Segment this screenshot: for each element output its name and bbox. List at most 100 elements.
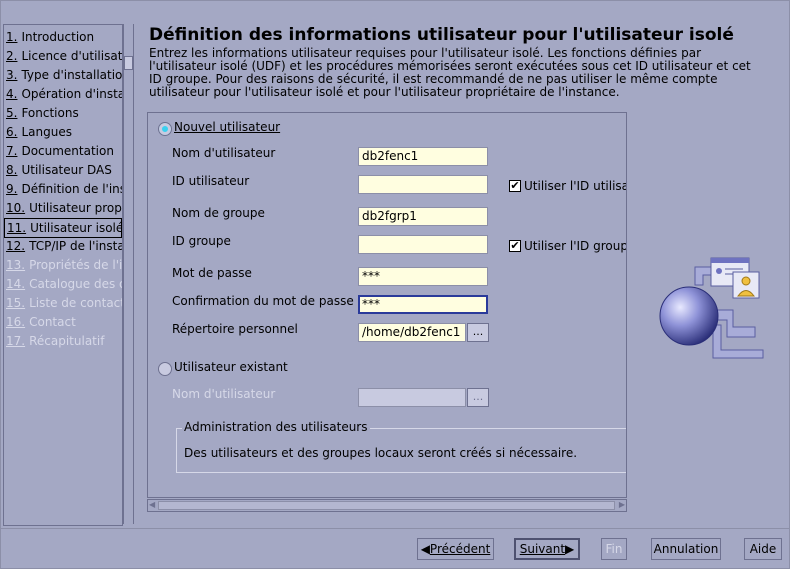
- sidebar-scrollbar-thumb[interactable]: [124, 56, 133, 70]
- sidebar-step-label: Langues: [21, 125, 72, 139]
- use-default-uid-checkbox[interactable]: ✔: [509, 180, 521, 192]
- user-admin-group-text: Des utilisateurs et des groupes locaux s…: [184, 446, 578, 460]
- sidebar-step-1[interactable]: 1. Introduction: [6, 28, 94, 46]
- existing-username-input[interactable]: [358, 388, 466, 407]
- sidebar-step-number: 6.: [6, 125, 18, 139]
- user-form-panel: Nouvel utilisateur Nom d'utilisateur db2…: [147, 112, 627, 498]
- sidebar-step-number: 11.: [7, 221, 27, 235]
- sidebar-step-number: 5.: [6, 106, 18, 120]
- use-default-gid-checkbox[interactable]: ✔: [509, 240, 521, 252]
- sidebar-step-label: Propriétés de l'i: [29, 258, 123, 272]
- sidebar-step-label: Définition de l'ins: [21, 182, 123, 196]
- page-title: Définition des informations utilisateur …: [149, 25, 734, 45]
- arrow-right-icon: ▶: [565, 542, 575, 556]
- sidebar-step-number: 12.: [6, 239, 26, 253]
- sidebar-step-label: TCP/IP de l'insta: [29, 239, 123, 253]
- existing-user-radio[interactable]: [158, 362, 172, 376]
- sidebar-step-number: 8.: [6, 163, 18, 177]
- help-button[interactable]: Aide: [744, 538, 782, 560]
- sidebar-step-number: 17.: [6, 334, 26, 348]
- sidebar-step-7[interactable]: 7. Documentation: [6, 142, 114, 160]
- scroll-left-icon[interactable]: ◀: [149, 500, 155, 509]
- group-id-label: ID groupe: [172, 234, 231, 248]
- userid-label: ID utilisateur: [172, 174, 250, 188]
- sidebar-step-2[interactable]: 2. Licence d'utilisati: [6, 47, 123, 65]
- sidebar-step-label: Contact: [29, 315, 76, 329]
- sidebar-scrollbar[interactable]: [123, 24, 134, 524]
- sidebar-step-label: Documentation: [21, 144, 114, 158]
- home-browse-button[interactable]: ...: [467, 323, 489, 342]
- use-default-uid-label[interactable]: Utiliser l'ID utilisat: [524, 179, 626, 193]
- sidebar-step-label: Utilisateur prop: [29, 201, 122, 215]
- new-user-radio[interactable]: [158, 122, 172, 136]
- sidebar-step-number: 15.: [6, 296, 26, 310]
- next-button[interactable]: Suivant▶: [514, 538, 580, 560]
- sidebar-step-4[interactable]: 4. Opération d'insta: [6, 85, 123, 103]
- finish-button[interactable]: Fin: [601, 538, 627, 560]
- confirm-password-input[interactable]: ***: [358, 295, 488, 314]
- sidebar-step-number: 2.: [6, 49, 18, 63]
- sidebar-step-number: 14.: [6, 277, 26, 291]
- password-label: Mot de passe: [172, 266, 252, 280]
- form-horizontal-scrollbar[interactable]: ◀ ▶: [147, 499, 627, 512]
- new-user-label[interactable]: Nouvel utilisateur: [174, 120, 280, 134]
- sidebar-step-label: Utilisateur DAS: [21, 163, 112, 177]
- existing-browse-button[interactable]: ...: [467, 388, 489, 407]
- sidebar-step-5[interactable]: 5. Fonctions: [6, 104, 79, 122]
- existing-user-label[interactable]: Utilisateur existant: [174, 360, 288, 374]
- cancel-button[interactable]: Annulation: [651, 538, 721, 560]
- sidebar-step-label: Licence d'utilisati: [21, 49, 123, 63]
- sidebar-step-label: Récapitulatif: [29, 334, 105, 348]
- scroll-right-icon[interactable]: ▶: [619, 500, 625, 509]
- sidebar-step-3[interactable]: 3. Type d'installatio: [6, 66, 122, 84]
- sidebar-step-number: 9.: [6, 182, 18, 196]
- previous-button-label: Précédent: [429, 542, 491, 556]
- home-directory-input[interactable]: /home/db2fenc1: [358, 323, 466, 342]
- home-directory-label: Répertoire personnel: [172, 322, 298, 336]
- userid-input[interactable]: [358, 175, 488, 194]
- sidebar-step-label: Catalogue des o: [29, 277, 123, 291]
- sidebar-step-12[interactable]: 12. TCP/IP de l'insta: [6, 237, 123, 255]
- user-globe-illustration-icon: [659, 257, 764, 359]
- form-scrollbar-thumb[interactable]: [158, 501, 615, 510]
- arrow-left-icon: ◀: [420, 542, 430, 556]
- username-label: Nom d'utilisateur: [172, 146, 276, 160]
- sidebar-step-13: 13. Propriétés de l'i: [6, 256, 122, 274]
- sidebar-step-8[interactable]: 8. Utilisateur DAS: [6, 161, 112, 179]
- sidebar-step-number: 1.: [6, 30, 18, 44]
- sidebar-step-11[interactable]: 11. Utilisateur isolé: [4, 218, 122, 238]
- sidebar-step-number: 10.: [6, 201, 26, 215]
- use-default-gid-label[interactable]: Utiliser l'ID groupe: [524, 239, 626, 253]
- sidebar-step-14: 14. Catalogue des o: [6, 275, 123, 293]
- footer-separator: [0, 528, 790, 529]
- steps-sidebar: 1. Introduction 2. Licence d'utilisati 3. Typ…: [3, 24, 123, 526]
- sidebar-step-number: 7.: [6, 144, 18, 158]
- sidebar-step-6[interactable]: 6. Langues: [6, 123, 72, 141]
- sidebar-step-9[interactable]: 9. Définition de l'ins: [6, 180, 123, 198]
- username-input[interactable]: db2fenc1: [358, 147, 488, 166]
- existing-username-label: Nom d'utilisateur: [172, 387, 276, 401]
- group-name-label: Nom de groupe: [172, 206, 265, 220]
- user-admin-group-title: Administration des utilisateurs: [182, 420, 370, 434]
- sidebar-step-label: Opération d'insta: [21, 87, 123, 101]
- sidebar-step-number: 13.: [6, 258, 26, 272]
- previous-button[interactable]: ◀Précédent: [417, 538, 494, 560]
- sidebar-step-label: Type d'installatio: [21, 68, 123, 82]
- sidebar-step-10[interactable]: 10. Utilisateur prop: [6, 199, 122, 217]
- next-button-label: Suivant: [519, 542, 566, 556]
- sidebar-step-number: 16.: [6, 315, 26, 329]
- sidebar-step-16: 16. Contact: [6, 313, 76, 331]
- confirm-password-label: Confirmation du mot de passe: [172, 294, 354, 308]
- sidebar-step-label: Liste de contacts: [29, 296, 123, 310]
- sidebar-step-number: 4.: [6, 87, 18, 101]
- group-name-input[interactable]: db2fgrp1: [358, 207, 488, 226]
- sidebar-step-label: Introduction: [21, 30, 95, 44]
- sidebar-step-label: Fonctions: [21, 106, 79, 120]
- sidebar-step-17: 17. Récapitulatif: [6, 332, 104, 350]
- sidebar-step-15: 15. Liste de contacts: [6, 294, 123, 312]
- sidebar-step-label: Utilisateur isolé: [30, 221, 123, 235]
- sidebar-step-number: 3.: [6, 68, 18, 82]
- page-description: Entrez les informations utilisateur requ…: [149, 46, 751, 99]
- password-input[interactable]: ***: [358, 267, 488, 286]
- group-id-input[interactable]: [358, 235, 488, 254]
